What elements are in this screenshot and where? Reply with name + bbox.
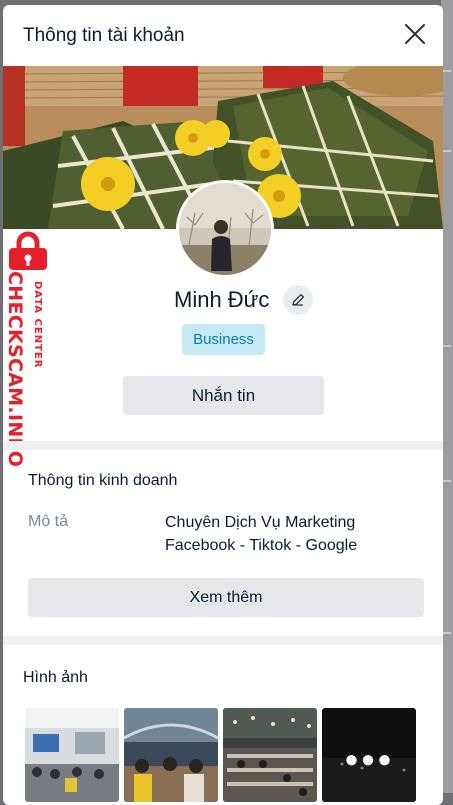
lock-icon [5,231,51,276]
background-line [443,480,451,482]
background-line [443,345,451,347]
photos-title: Hình ảnh [23,669,88,686]
close-icon[interactable] [403,22,427,46]
profile-name-row: Minh Đức [3,285,443,319]
pencil-icon[interactable] [283,285,313,315]
photo-thumbnail[interactable]: ●●● [322,708,416,802]
photo-thumbnail[interactable] [25,708,119,802]
message-button[interactable]: Nhắn tin [123,376,324,415]
modal-header: Thông tin tài khoản [3,5,443,66]
ellipsis-icon: ●●● [344,746,394,773]
business-badge: Business [182,324,265,355]
avatar[interactable] [176,180,274,278]
section-divider [3,441,443,450]
business-info-title: Thông tin kinh doanh [28,472,178,489]
description-line: Chuyên Dịch Vụ Marketing [165,514,356,531]
modal-title: Thông tin tài khoản [23,24,185,46]
background-line [443,70,451,72]
profile-name: Minh Đức [174,287,270,312]
watermark: CHECKSCAM.INFO DATA CENTER [3,231,53,467]
background-line [443,150,451,152]
description-label: Mô tả [28,513,69,530]
account-info-modal: Thông tin tài khoản CHECKSCAM.INFO DATA … [3,5,443,805]
photo-thumbnail[interactable] [223,708,317,802]
see-more-button[interactable]: Xem thêm [28,578,424,617]
photo-thumbnail[interactable] [124,708,218,802]
description-value: Chuyên Dịch Vụ Marketing Facebook - Tikt… [165,511,405,557]
section-divider [3,636,443,645]
description-line: Facebook - Tiktok - Google [165,537,358,554]
background-line [443,632,451,634]
